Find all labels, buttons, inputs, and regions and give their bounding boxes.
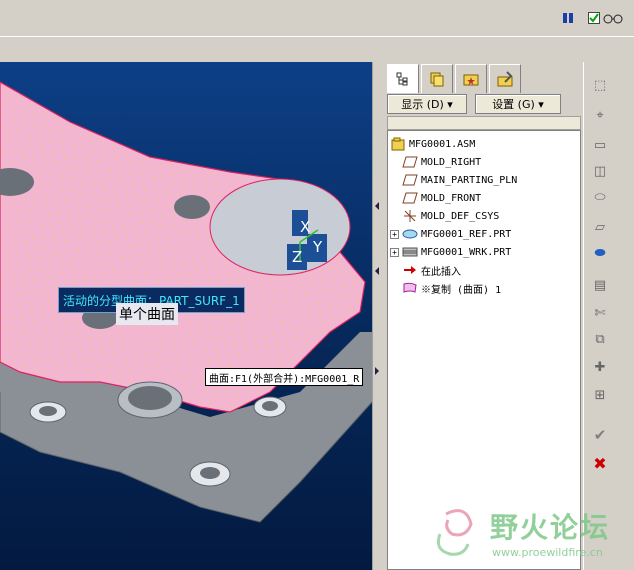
surface-tooltip: 曲面:F1(外部合并):MFG0001_R xyxy=(205,368,364,386)
expand-icon[interactable]: + xyxy=(390,247,399,257)
tree-item-label: MOLD_RIGHT xyxy=(421,156,482,168)
trim-tool-icon[interactable]: ✄ xyxy=(590,304,610,322)
axis-x-label: X xyxy=(300,218,311,236)
tree-item[interactable]: + MFG0001_WRK.PRT xyxy=(390,243,511,261)
feature-toolbar: ⬚ ⌖ ▭ ◫ ⬭ ▱ ⬬ ▤ ✄ ⧉ ✚ ⊞ ✔ ✖ xyxy=(583,62,634,570)
graphics-viewport[interactable]: X Y Z xyxy=(0,62,372,570)
axis-y-label: Y xyxy=(313,238,323,256)
tree-item-label: MFG0001_REF.PRT xyxy=(421,228,512,240)
tree-item-label: ※复制 (曲面) 1 xyxy=(421,284,502,296)
tree-item-label: MFG0001_WRK.PRT xyxy=(421,246,512,258)
blend-tool-icon[interactable]: ▱ xyxy=(590,218,610,236)
datum-plane-tool-icon[interactable]: ⬚ xyxy=(590,76,610,94)
tree-item[interactable]: ※复制 (曲面) 1 xyxy=(390,279,501,297)
revolve-tool-icon[interactable]: ◫ xyxy=(590,162,610,180)
offset-tool-icon[interactable]: ⧉ xyxy=(590,330,610,348)
tree-item[interactable]: MAIN_PARTING_PLN xyxy=(390,171,517,189)
pause-icon[interactable] xyxy=(560,10,576,26)
single-surface-label: 单个曲面 xyxy=(116,303,178,325)
panel-splitter[interactable] xyxy=(372,62,385,570)
navigator-tabs xyxy=(387,64,521,93)
accept-icon[interactable]: ✔ xyxy=(590,426,610,444)
tree-item-label: MAIN_PARTING_PLN xyxy=(421,174,518,186)
tree-item[interactable]: MFG0001.ASM xyxy=(390,135,475,153)
collapse-left-icon[interactable] xyxy=(375,267,379,275)
csys-icon xyxy=(402,209,418,223)
tree-item-label: MOLD_FRONT xyxy=(421,192,482,204)
ref-part-icon xyxy=(402,227,418,241)
cancel-icon[interactable]: ✖ xyxy=(590,454,610,473)
insert-arrow-icon xyxy=(402,263,418,277)
watermark-url: www.proewildfire.cn xyxy=(492,546,603,559)
extrude-tool-icon[interactable]: ▭ xyxy=(590,136,610,154)
mirror-tool-icon[interactable]: ⊞ xyxy=(590,386,610,404)
model-tree-icon[interactable] xyxy=(387,64,419,93)
merge-tool-icon[interactable]: ▤ xyxy=(590,276,610,294)
expand-icon[interactable]: + xyxy=(390,229,399,239)
fill-tool-icon[interactable]: ⬬ xyxy=(590,244,610,262)
datum-plane-icon xyxy=(402,173,418,187)
tree-column-header xyxy=(387,116,581,130)
layers-icon[interactable] xyxy=(421,64,453,93)
tree-item[interactable]: MOLD_DEF_CSYS xyxy=(390,207,499,225)
watermark-title: 野火论坛 xyxy=(490,511,611,544)
hole xyxy=(174,195,210,219)
favorites-icon[interactable] xyxy=(455,64,487,93)
datum-plane-icon xyxy=(402,191,418,205)
show-dropdown[interactable]: 显示 (D) ▾ xyxy=(387,94,467,114)
tree-item[interactable]: MOLD_FRONT xyxy=(390,189,481,207)
workpiece-icon xyxy=(402,245,418,259)
glasses-icon[interactable] xyxy=(602,10,624,26)
settings-dropdown[interactable]: 设置 (G) ▾ xyxy=(475,94,561,114)
tools-icon[interactable] xyxy=(489,64,521,93)
tree-item[interactable]: 在此插入 xyxy=(390,261,461,279)
pattern-tool-icon[interactable]: ✚ xyxy=(590,358,610,376)
tree-item-label: MFG0001.ASM xyxy=(409,138,476,150)
tree-item[interactable]: + MFG0001_REF.PRT xyxy=(390,225,511,243)
checkbox-icon[interactable] xyxy=(586,10,602,26)
forum-logo-icon xyxy=(436,509,473,556)
assembly-icon xyxy=(390,137,406,151)
tree-item-label: MOLD_DEF_CSYS xyxy=(421,210,500,222)
top-toolbar xyxy=(0,0,634,37)
secondary-toolbar xyxy=(0,37,634,61)
datum-axis-tool-icon[interactable]: ⌖ xyxy=(590,106,610,124)
forum-watermark: 野火论坛 www.proewildfire.cn xyxy=(426,500,631,568)
axis-z-label: Z xyxy=(292,248,303,266)
part-render xyxy=(0,81,372,523)
tree-item-label: 在此插入 xyxy=(421,266,461,278)
part-boss xyxy=(209,178,351,276)
collapse-left-icon[interactable] xyxy=(375,202,379,210)
tree-controls: 显示 (D) ▾ 设置 (G) ▾ xyxy=(387,94,581,114)
datum-plane-icon xyxy=(402,155,418,169)
expand-right-icon[interactable] xyxy=(375,367,379,375)
tree-item[interactable]: MOLD_RIGHT xyxy=(390,153,481,171)
surface-copy-icon xyxy=(402,281,418,295)
navigator-panel: 显示 (D) ▾ 设置 (G) ▾ MFG0001.ASM MOLD_RIGHT M… xyxy=(385,62,583,570)
sweep-tool-icon[interactable]: ⬭ xyxy=(590,188,610,206)
